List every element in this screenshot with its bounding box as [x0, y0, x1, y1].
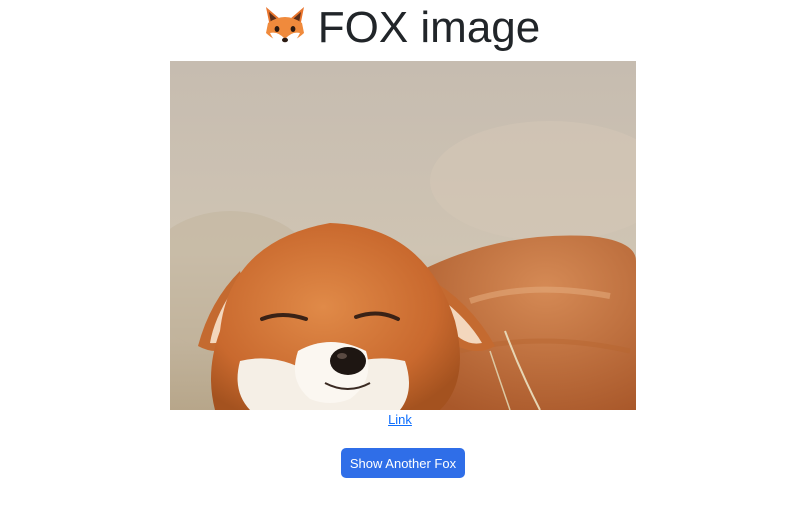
page: FOX image Link Show Another Fox: [0, 0, 800, 517]
fox-photo: [170, 61, 636, 410]
page-title: FOX image: [0, 0, 800, 56]
page-title-text: FOX image: [317, 3, 541, 52]
fox-emoji-icon: [260, 3, 310, 53]
show-another-fox-button[interactable]: Show Another Fox: [341, 448, 465, 478]
fox-image-link[interactable]: Link: [0, 412, 800, 427]
